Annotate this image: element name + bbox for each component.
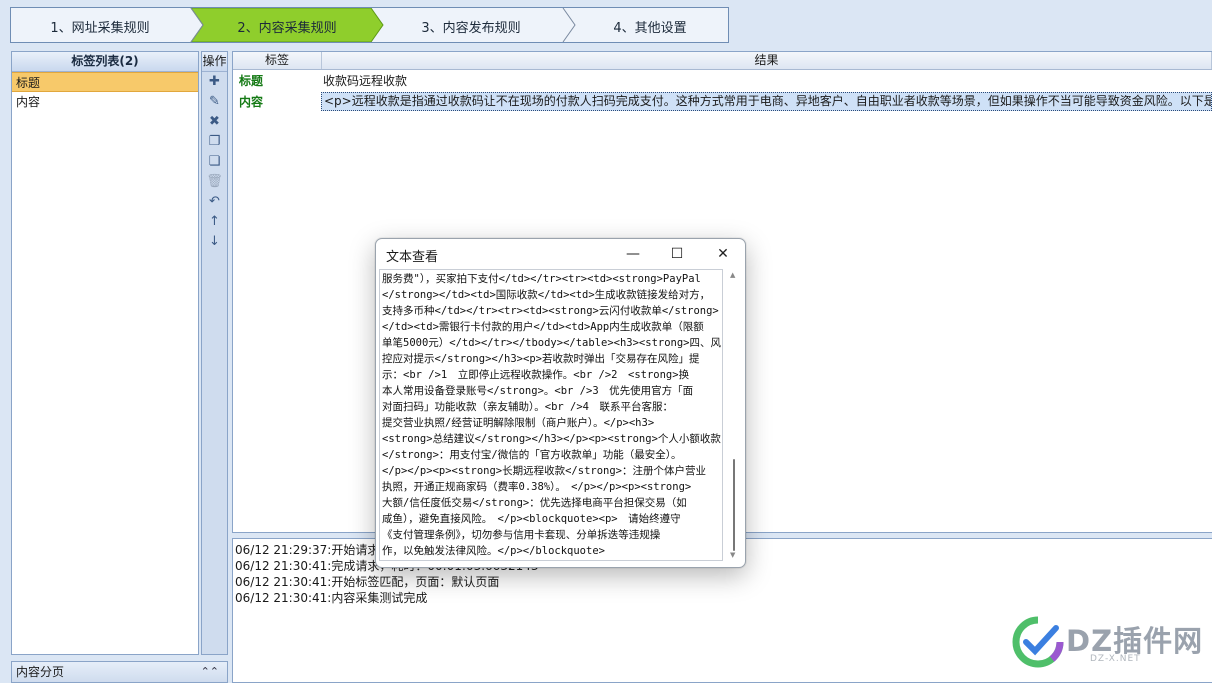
dialog-title: 文本查看 [386,250,439,265]
undo-icon: ↶ [209,194,220,209]
results-header: 标签 结果 [233,52,1212,70]
row-tag: 内容 [239,95,264,109]
text-viewer-content[interactable]: 服务费"），买家拍下支付</td></tr><tr><td><strong>Pa… [379,269,723,561]
text-line: </strong>：用支付宝/微信的「官方收款单」功能（最安全）。 [382,449,682,461]
scroll-down-arrow-icon[interactable]: ▼ [730,551,735,559]
text-line: </td><td>需银行卡付款的用户</td><td>App内生成收款单（限额 [382,321,704,333]
log-line: 06/12 21:30:41:内容采集测试完成 [235,591,428,605]
arrow-up-icon: ↑ [209,214,220,229]
step-content-rules[interactable]: 2、内容采集规则 [199,17,375,36]
text-line: 对面扫码」功能收款（亲友辅助）。<br />4 联系平台客服： [382,401,673,413]
text-line: 《支付管理条例》，切勿参与信用卡套现、分单拆迭等违规操 [382,529,661,541]
tag-list-item-content[interactable]: 内容 [12,92,198,112]
arrow-down-icon: ↓ [209,234,220,249]
remove-tag-button[interactable]: ✖ [202,112,227,132]
text-line: 执照，开通正规商家码（费率0.38%）。 </p></p><p><strong> [382,481,692,493]
text-line: 作，以免触发法律风险。</p></blockquote> [382,545,605,557]
plus-icon: ✚ [209,74,220,89]
text-line: 示：<br />1 立即停止远程收款操作。<br />2 <strong>换 [382,369,690,381]
pencil-icon: ✎ [209,94,220,109]
operations-toolbar: 操作 ✚ ✎ ✖ ❐ ❏ 🗑 ↶ ↑ ↓ [201,51,228,655]
add-tag-button[interactable]: ✚ [202,72,227,92]
wizard-steps: 1、网址采集规则 2、内容采集规则 3、内容发布规则 4、其他设置 [10,7,729,43]
edit-tag-button[interactable]: ✎ [202,92,227,112]
clear-tags-button[interactable]: 🗑 [202,172,227,192]
step-other-settings[interactable]: 4、其他设置 [573,17,727,36]
maximize-icon: ☐ [670,246,684,262]
watermark: DZ插件网 DZ-X.NET [1010,612,1210,674]
watermark-subtext: DZ-X.NET [1090,654,1141,664]
row-result-selected[interactable]: <p>远程收款是指通过收款码让不在现场的付款人扫码完成支付。这种方式常用于电商、… [321,92,1212,111]
operations-title: 操作 [202,52,227,72]
text-line: 提交营业执照/经营证明解除限制（商户账户）。</p><h3> [382,417,655,429]
trash-icon: 🗑 [206,174,223,189]
text-line: </strong></td><td>国际收款</td><td>生成收款链接发给对… [382,289,711,301]
step-publish-rules[interactable]: 3、内容发布规则 [381,17,561,36]
text-line: </p></p><p><strong>长期远程收款</strong>：注册个体户… [382,465,707,477]
move-down-button[interactable]: ↓ [202,232,227,252]
scrollbar-thumb[interactable] [733,459,735,551]
text-line: 控应对提示</strong></h3><p>若收款时弹出「交易存在风险」提 [382,353,700,365]
minimize-icon: — [626,246,640,262]
step-url-rules[interactable]: 1、网址采集规则 [11,17,189,36]
text-line: 咸鱼），避免直接风险。 </p><blockquote><p> 请始终遵守 [382,513,681,525]
paste-tag-button[interactable]: ❏ [202,152,227,172]
log-line: 06/12 21:30:41:开始标签匹配，页面：默认页面 [235,575,500,589]
text-viewer-dialog: 文本查看 — ☐ ✕ 服务费"），买家拍下支付</td></tr><tr><td… [375,238,746,568]
text-line: 本人常用设备登录账号</strong>。<br />3 优先使用官方「面 [382,385,694,397]
text-line: 服务费"），买家拍下支付</td></tr><tr><td><strong>Pa… [382,273,701,285]
copy-tag-button[interactable]: ❐ [202,132,227,152]
table-row[interactable]: 内容 <p>远程收款是指通过收款码让不在现场的付款人扫码完成支付。这种方式常用于… [233,91,1212,112]
paste-icon: ❏ [208,154,221,169]
minimize-button[interactable]: — [618,243,648,265]
table-row[interactable]: 标题 收款码远程收款 [233,70,1212,91]
chevron-up-icon[interactable]: ⌃⌃ [201,662,219,682]
tag-list-item-title[interactable]: 标题 [12,72,198,92]
delete-x-icon: ✖ [209,114,220,129]
close-icon: ✕ [717,246,729,262]
watermark-logo-icon [1012,616,1064,668]
copy-icon: ❐ [208,134,221,149]
content-paging-bar[interactable]: 内容分页 ⌃⌃ [11,661,228,683]
undo-button[interactable]: ↶ [202,192,227,212]
tag-list-title: 标签列表(2) [12,52,198,72]
close-button[interactable]: ✕ [708,243,738,265]
maximize-button[interactable]: ☐ [662,243,692,265]
tag-list-panel: 标签列表(2) 标题 内容 [11,51,199,655]
column-header-tag[interactable]: 标签 [233,52,322,69]
text-line: 单笔5000元）</td></tr></tbody></table><h3><s… [382,337,722,349]
content-paging-label: 内容分页 [16,665,65,679]
move-up-button[interactable]: ↑ [202,212,227,232]
column-header-result[interactable]: 结果 [322,52,1212,69]
text-line: 大额/信任度低交易</strong>：优先选择电商平台担保交易（如 [382,497,687,509]
vertical-scrollbar[interactable]: ▲ ▼ [728,271,738,559]
text-line: <strong>总结建议</strong></h3></p><p><strong… [382,433,721,445]
row-result[interactable]: 收款码远程收款 [321,72,1212,89]
scroll-up-arrow-icon[interactable]: ▲ [730,271,735,279]
row-tag: 标题 [239,74,264,88]
text-line: 支持多币种</td></tr><tr><td><strong>云闪付收款单</s… [382,305,719,317]
